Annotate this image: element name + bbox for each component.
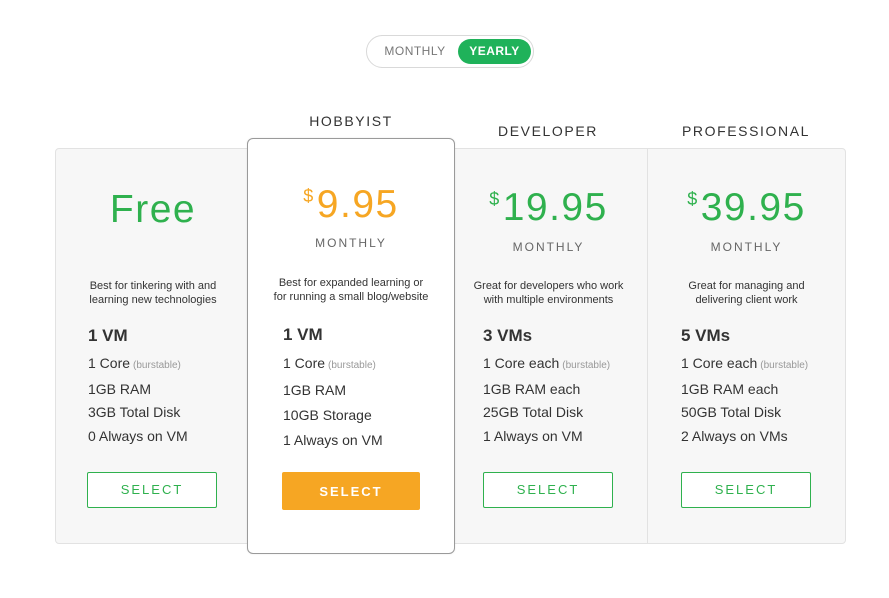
- plan-price: Free: [55, 190, 251, 229]
- monthly-option[interactable]: MONTHLY: [373, 39, 457, 64]
- price-currency: $: [303, 186, 315, 206]
- plan-card-hobbyist: $9.95 MONTHLY Best for expanded learning…: [247, 138, 455, 554]
- plan-features: 5 VMs 1 Core each (burstable) 1GB RAM eac…: [681, 326, 808, 448]
- feature-text: 50GB Total Disk: [681, 404, 782, 420]
- feature-text: 1 Core: [283, 355, 326, 371]
- feature-item: 25GB Total Disk: [483, 401, 610, 425]
- feature-text: 1GB RAM: [88, 380, 152, 397]
- feature-note: (burstable): [760, 360, 809, 371]
- price-amount: 19.95: [502, 186, 608, 229]
- plan-card-professional: $39.95 MONTHLY Great for managing and de…: [648, 148, 845, 544]
- feature-item: 1 Core each (burstable): [483, 352, 610, 378]
- feature-text: 1 Core: [88, 355, 131, 371]
- billing-period-toggle[interactable]: MONTHLY YEARLY: [366, 35, 534, 68]
- plan-description-line: for running a small blog/website: [273, 291, 429, 303]
- plan-period: MONTHLY: [512, 240, 585, 254]
- feature-note: (burstable): [133, 360, 181, 371]
- feature-text: 1GB RAM each: [483, 380, 581, 397]
- feature-text: 1GB RAM each: [681, 380, 779, 397]
- plan-card-free: Free Best for tinkering with and learnin…: [55, 148, 251, 544]
- features-head: 1 VM: [88, 326, 128, 345]
- plan-name-developer: DEVELOPER: [498, 123, 598, 139]
- feature-text: 1GB RAM: [283, 382, 347, 398]
- plan-description: Best for tinkering with and learning new…: [55, 279, 251, 307]
- price-amount: 9.95: [316, 183, 399, 226]
- feature-text: 1 Always on VM: [483, 427, 583, 444]
- plan-price: $39.95: [648, 188, 845, 227]
- price-amount: Free: [109, 188, 197, 231]
- feature-item: 1GB RAM: [283, 378, 383, 403]
- feature-item: 10GB Storage: [283, 403, 383, 428]
- plan-card-developer: $19.95 MONTHLY Great for developers who …: [450, 148, 647, 544]
- plan-period: MONTHLY: [315, 236, 387, 250]
- plan-description-line: delivering client work: [695, 294, 798, 306]
- plan-description-line: Great for managing and: [688, 280, 805, 292]
- feature-text: 25GB Total Disk: [483, 404, 584, 420]
- plan-description-line: Best for expanded learning or: [278, 277, 424, 289]
- select-button-developer[interactable]: SELECT: [483, 472, 613, 508]
- feature-text: 1 Core each: [681, 355, 758, 371]
- feature-text: 2 Always on VMs: [681, 427, 788, 444]
- price-currency: $: [489, 189, 501, 209]
- features-head: 3 VMs: [483, 326, 533, 345]
- plan-name-professional: PROFESSIONAL: [681, 123, 811, 139]
- price-currency: $: [687, 189, 699, 209]
- plan-description-line: Best for tinkering with and: [89, 280, 217, 292]
- feature-item: 0 Always on VM: [88, 425, 188, 449]
- plan-features: 1 VM 1 Core (burstable) 1GB RAM 10GB Stor…: [283, 325, 383, 453]
- feature-text: 0 Always on VM: [88, 427, 188, 444]
- feature-item: 1 Always on VM: [283, 428, 383, 453]
- plan-period: MONTHLY: [710, 240, 783, 254]
- feature-text: 1 Core each: [483, 355, 560, 371]
- feature-note: (burstable): [562, 360, 611, 371]
- feature-item: 2 Always on VMs: [681, 425, 808, 449]
- feature-text: 3GB Total Disk: [88, 404, 181, 420]
- plan-description: Great for developers who work with multi…: [450, 279, 647, 307]
- feature-item: 1 Core (burstable): [283, 351, 383, 378]
- plan-description-line: learning new technologies: [89, 294, 217, 306]
- feature-item: 1 Core (burstable): [88, 352, 188, 378]
- select-button-free[interactable]: SELECT: [87, 472, 217, 508]
- plan-name-hobbyist: HOBBYIST: [309, 113, 393, 129]
- feature-item: 1GB RAM each: [681, 378, 808, 402]
- feature-item: 1GB RAM: [88, 378, 188, 402]
- plan-description-line: Great for developers who work: [473, 280, 624, 292]
- feature-item: 50GB Total Disk: [681, 401, 808, 425]
- features-head: 5 VMs: [681, 326, 731, 345]
- select-button-professional[interactable]: SELECT: [681, 472, 811, 508]
- feature-note: (burstable): [328, 360, 376, 371]
- feature-text: 1 Always on VM: [283, 432, 383, 448]
- plan-features: 1 VM 1 Core (burstable) 1GB RAM 3GB Total…: [88, 326, 188, 448]
- select-button-hobbyist[interactable]: SELECT: [282, 472, 420, 510]
- plan-features: 3 VMs 1 Core each (burstable) 1GB RAM eac…: [483, 326, 610, 448]
- feature-item: 1 Core each (burstable): [681, 352, 808, 378]
- feature-text: 10GB Storage: [283, 407, 372, 423]
- plan-description: Best for expanded learning or for runnin…: [248, 276, 454, 304]
- plan-price: $19.95: [450, 188, 647, 227]
- plan-description-line: with multiple environments: [483, 294, 614, 306]
- plan-description: Great for managing and delivering client…: [648, 279, 845, 307]
- feature-item: 1GB RAM each: [483, 378, 610, 402]
- price-amount: 39.95: [700, 186, 806, 229]
- feature-item: 1 Always on VM: [483, 425, 610, 449]
- features-head: 1 VM: [283, 325, 323, 344]
- plan-price: $9.95: [248, 185, 454, 224]
- yearly-option[interactable]: YEARLY: [458, 39, 531, 64]
- feature-item: 3GB Total Disk: [88, 401, 188, 425]
